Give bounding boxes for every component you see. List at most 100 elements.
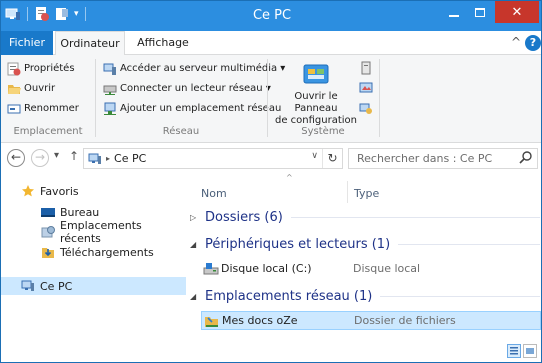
open-label: Ouvrir [24,83,56,94]
group-label-reseau: Réseau [162,126,200,137]
collapse-ribbon-icon[interactable]: ^ [511,35,521,49]
nav-label-telechargements: Téléchargements [60,245,154,259]
nav-item-favoris[interactable]: Favoris [21,182,79,200]
add-network-location-button[interactable]: Ajouter un emplacement réseau [103,100,281,117]
recent-places-icon [41,225,55,239]
network-location-icon [103,102,117,116]
open-control-panel-button[interactable]: Ouvrir le Panneau de configuration [273,61,359,127]
help-icon[interactable]: ? [525,35,541,51]
group-divider [290,217,540,218]
item-type: Disque local [353,262,421,275]
map-network-drive-label: Connecter un lecteur réseau ▾ [120,83,271,94]
media-server-label: Accéder au serveur multimédia ▾ [120,63,286,74]
map-network-drive-button[interactable]: Connecter un lecteur réseau ▾ [103,80,271,97]
properties-button[interactable]: Propriétés [7,60,75,77]
media-server-icon [103,62,117,76]
nav-label-bureau: Bureau [60,205,100,219]
close-icon: ✕ [511,4,523,20]
collapse-icon[interactable]: ◢ [190,240,198,249]
local-disk-icon [203,261,219,277]
group-label-systeme: Système [301,126,345,137]
ribbon: Propriétés Ouvrir Renommer Emplacement A… [1,55,541,143]
collapse-icon[interactable]: ◢ [190,292,198,301]
minimize-icon [449,15,459,17]
item-name: Mes docs oZe [222,314,298,327]
group-divider [398,244,540,245]
uninstall-program-icon[interactable] [359,61,373,75]
group-header-dossiers[interactable]: ▷ Dossiers (6) [190,210,540,225]
nav-item-emplacements-recents[interactable]: Emplacements récents [41,219,186,245]
title-bar: ▾ Ce PC ✕ [1,1,541,31]
tab-affichage[interactable]: Affichage [133,31,193,55]
system-properties-icon[interactable] [359,81,373,95]
navigation-pane: Favoris Bureau Emplacements récents Télé… [1,173,186,362]
nav-label-ce-pc: Ce PC [40,279,73,293]
column-divider[interactable] [347,181,348,203]
open-button[interactable]: Ouvrir [7,80,55,97]
explorer-window: ▾ Ce PC ✕ Fichier Ordinateur Affichage ^… [0,0,542,363]
view-switcher [507,344,537,358]
group-label-emplacements-reseau: Emplacements réseau (1) [205,289,373,304]
computer-icon [88,152,102,166]
group-header-peripheriques[interactable]: ◢ Périphériques et lecteurs (1) [190,237,540,252]
maximize-button[interactable] [467,1,493,23]
maximize-icon [475,7,485,17]
group-label-peripheriques: Périphériques et lecteurs (1) [205,237,391,252]
group-divider [380,296,540,297]
control-panel-label-1: Ouvrir le Panneau [294,91,338,114]
close-button[interactable]: ✕ [495,1,539,23]
rename-icon [7,102,21,116]
downloads-folder-icon [41,245,55,259]
list-item-disque-local[interactable]: Disque local (C:) Disque local [201,260,541,279]
up-button[interactable]: ↑ [69,149,79,163]
search-input[interactable]: Rechercher dans : Ce PC [348,148,538,169]
item-type: Dossier de fichiers [354,314,456,327]
desktop-icon [41,205,55,219]
group-label-dossiers: Dossiers (6) [205,210,283,225]
back-arrow-icon: ← [10,150,22,164]
group-header-emplacements-reseau[interactable]: ◢ Emplacements réseau (1) [190,289,540,304]
search-icon[interactable] [519,150,533,164]
refresh-button[interactable]: ↻ [322,149,342,168]
add-network-location-label: Ajouter un emplacement réseau [120,103,282,114]
network-folder-icon [204,313,220,329]
star-icon [21,184,35,198]
folder-open-icon [7,82,21,96]
back-button[interactable]: ← [7,149,25,167]
column-header-nom[interactable]: Nom [201,187,227,200]
item-name: Disque local (C:) [221,262,312,275]
search-placeholder: Rechercher dans : Ce PC [357,152,493,165]
media-server-button[interactable]: Accéder au serveur multimédia ▾ [103,60,285,77]
forward-button[interactable]: → [31,149,49,167]
nav-item-ce-pc[interactable]: Ce PC [1,277,186,295]
address-bar[interactable]: ▸ Ce PC ∨ ↻ [83,148,343,169]
network-drive-icon [103,82,117,96]
breadcrumb-chevron-icon[interactable]: ▸ [106,154,110,163]
properties-label: Propriétés [24,63,75,74]
recent-locations-dropdown[interactable]: ▾ [54,150,59,161]
sort-indicator-icon: ^ [286,173,293,182]
expand-icon[interactable]: ▷ [190,213,198,222]
nav-item-telechargements[interactable]: Téléchargements [41,243,154,261]
tab-ordinateur[interactable]: Ordinateur [55,31,125,56]
group-label-emplacement: Emplacement [13,126,83,137]
computer-icon [21,279,35,293]
column-header-type[interactable]: Type [354,187,379,200]
forward-arrow-icon: → [34,150,46,164]
minimize-button[interactable] [441,1,467,23]
ribbon-tabs: Fichier Ordinateur Affichage ^ ? [1,31,541,56]
list-item-mes-docs-oze[interactable]: Mes docs oZe Dossier de fichiers [201,311,541,330]
rename-button[interactable]: Renommer [7,100,79,117]
rename-label: Renommer [24,103,79,114]
manage-icon[interactable] [359,101,373,115]
address-row: ← → ▾ ↑ ▸ Ce PC ∨ ↻ Rechercher dans : Ce… [1,143,541,173]
details-view-icon[interactable] [507,344,521,358]
large-icons-view-icon[interactable] [523,344,537,358]
nav-label-recents: Emplacements récents [60,219,142,245]
breadcrumb-ce-pc[interactable]: Ce PC [114,152,146,165]
address-dropdown[interactable]: ∨ [311,151,318,161]
control-panel-icon [300,61,332,89]
ribbon-group-separator [379,59,380,137]
content-pane: ^ Nom Type ▷ Dossiers (6) ◢ Périphérique… [186,173,541,362]
tab-fichier[interactable]: Fichier [1,31,53,55]
